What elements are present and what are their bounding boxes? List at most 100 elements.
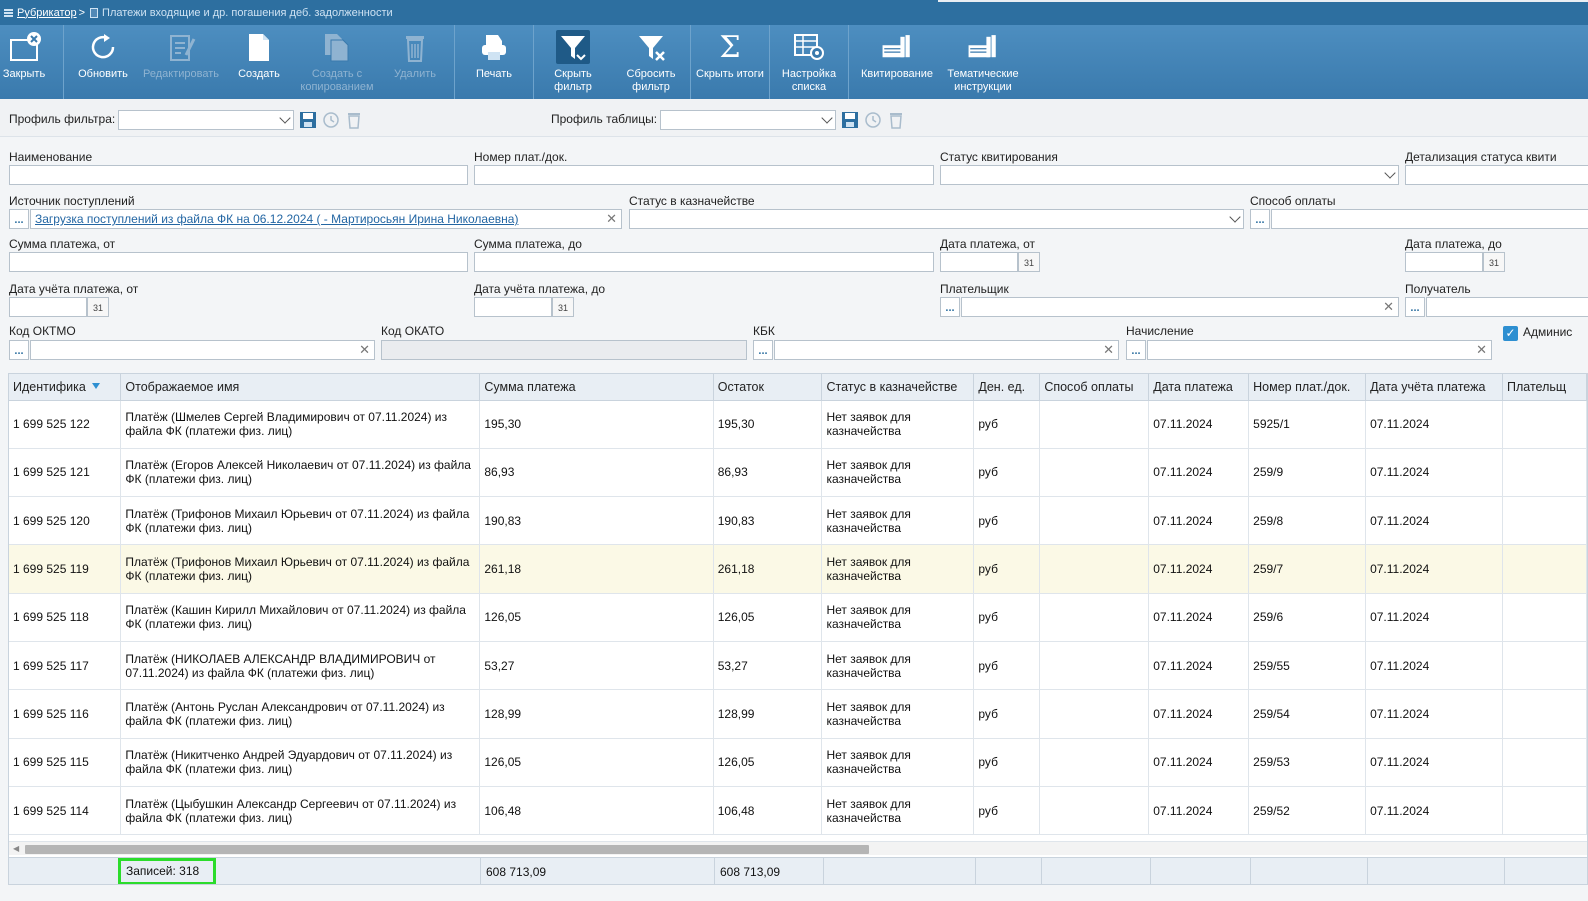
table-row[interactable]: 1 699 525 117 Платёж (НИКОЛАЕВ АЛЕКСАНДР …	[9, 641, 1587, 691]
sum-from-input[interactable]	[9, 252, 468, 272]
delete-profile-icon[interactable]	[345, 111, 363, 129]
toolbar-group-filter: Скрыть фильтр Сбросить фильтр	[534, 25, 691, 99]
list-settings-button[interactable]: Настройка списка	[770, 25, 848, 99]
source-filter-input[interactable]: Загрузка поступлений из файла ФК на 06.1…	[30, 209, 622, 229]
sum-from-label: Сумма платежа, от	[9, 237, 116, 251]
menu-icon[interactable]	[4, 8, 13, 17]
table-row[interactable]: 1 699 525 122 Платёж (Шмелев Сергей Влади…	[9, 400, 1587, 449]
cell-pay-method	[1039, 786, 1150, 836]
table-profile-select[interactable]	[660, 110, 836, 130]
recipient-lookup-button[interactable]: ...	[1405, 297, 1425, 317]
date-from-input[interactable]	[940, 252, 1018, 272]
payer-lookup-button[interactable]: ...	[940, 297, 960, 317]
save-profile-icon[interactable]	[299, 111, 317, 129]
create-copy-button[interactable]: Создать с копированием	[298, 25, 376, 99]
accrual-input[interactable]: ✕	[1147, 340, 1492, 360]
books-stack-icon	[966, 30, 1000, 64]
breadcrumb-root-link[interactable]: Рубрикатор	[17, 7, 77, 19]
thematic-instructions-button[interactable]: Тематические инструкции	[945, 25, 1021, 99]
cell-sum: 190,83	[479, 496, 714, 546]
cell-treasury-status: Нет заявок для казначейства	[821, 641, 975, 691]
horizontal-scrollbar[interactable]: ◀	[9, 841, 1587, 855]
calendar-icon[interactable]: 31	[1483, 252, 1505, 272]
oktmo-lookup-button[interactable]: ...	[9, 340, 29, 360]
recipient-input[interactable]	[1426, 297, 1588, 317]
clear-kbk-icon[interactable]: ✕	[1103, 342, 1114, 358]
calendar-icon[interactable]: 31	[1018, 252, 1040, 272]
admin-checkbox[interactable]: ✓	[1503, 326, 1518, 341]
cell-currency: руб	[973, 641, 1041, 691]
cell-id: 1 699 525 114	[9, 786, 122, 836]
refresh-button[interactable]: Обновить	[64, 25, 142, 99]
column-header-currency[interactable]: Ден. ед.	[973, 374, 1041, 401]
payer-input[interactable]: ✕	[961, 297, 1399, 317]
column-header-doc-number[interactable]: Номер плат./док.	[1248, 374, 1367, 401]
name-filter-input[interactable]	[9, 165, 468, 185]
cell-id: 1 699 525 120	[9, 496, 122, 546]
close-button[interactable]: Закрыть	[0, 25, 48, 99]
records-count: Записей: 318	[118, 858, 216, 884]
acc-date-to-input[interactable]	[474, 297, 552, 317]
cell-acc-date: 07.11.2024	[1365, 448, 1503, 498]
column-header-treasury-status[interactable]: Статус в казначействе	[821, 374, 975, 401]
table-row[interactable]: 1 699 525 119 Платёж (Трифонов Михаил Юрь…	[9, 544, 1587, 594]
kbk-input[interactable]: ✕	[774, 340, 1119, 360]
accrual-lookup-button[interactable]: ...	[1126, 340, 1146, 360]
calendar-icon[interactable]: 31	[552, 297, 574, 317]
recon-status-select[interactable]	[940, 165, 1399, 185]
cell-pay-method	[1039, 593, 1150, 642]
create-button[interactable]: Создать	[220, 25, 298, 99]
cell-acc-date: 07.11.2024	[1365, 593, 1503, 642]
column-header-pay-method[interactable]: Способ оплаты	[1039, 374, 1150, 401]
source-lookup-button[interactable]: ...	[9, 209, 29, 229]
reconcile-button[interactable]: Квитирование	[849, 25, 945, 99]
clear-payer-icon[interactable]: ✕	[1383, 299, 1394, 315]
column-header-rest[interactable]: Остаток	[713, 374, 823, 401]
column-header-id[interactable]: Идентифика	[9, 374, 122, 401]
column-header-name[interactable]: Отображаемое имя	[120, 374, 481, 401]
table-row[interactable]: 1 699 525 120 Платёж (Трифонов Михаил Юрь…	[9, 496, 1587, 546]
table-row[interactable]: 1 699 525 121 Платёж (Егоров Алексей Нико…	[9, 448, 1587, 498]
column-header-sum[interactable]: Сумма платежа	[479, 374, 714, 401]
doc-number-filter-input[interactable]	[474, 165, 934, 185]
acc-date-from-input[interactable]	[9, 297, 87, 317]
source-filter-value[interactable]: Загрузка поступлений из файла ФК на 06.1…	[35, 212, 518, 226]
column-header-payer[interactable]: Плательщ	[1502, 374, 1587, 401]
recon-detail-input[interactable]	[1405, 165, 1588, 185]
table-row[interactable]: 1 699 525 115 Платёж (Никитченко Андрей Э…	[9, 738, 1587, 787]
date-to-input[interactable]	[1405, 252, 1483, 272]
kbk-lookup-button[interactable]: ...	[753, 340, 773, 360]
pay-method-input[interactable]	[1271, 209, 1588, 229]
restore-profile-icon[interactable]	[322, 111, 340, 129]
oktmo-input[interactable]: ✕	[30, 340, 375, 360]
clear-oktmo-icon[interactable]: ✕	[359, 342, 370, 358]
clear-accrual-icon[interactable]: ✕	[1476, 342, 1487, 358]
hide-totals-button[interactable]: Σ Скрыть итоги	[691, 25, 769, 99]
cell-acc-date: 07.11.2024	[1365, 738, 1503, 787]
scroll-left-icon[interactable]: ◀	[13, 844, 19, 853]
hide-filter-button[interactable]: Скрыть фильтр	[534, 25, 612, 99]
save-table-profile-icon[interactable]	[841, 111, 859, 129]
filter-profile-select[interactable]	[118, 110, 294, 130]
table-row[interactable]: 1 699 525 118 Платёж (Кашин Кирилл Михайл…	[9, 593, 1587, 642]
table-row[interactable]: 1 699 525 116 Платёж (Антонь Руслан Алекс…	[9, 689, 1587, 739]
treasury-status-select[interactable]	[629, 209, 1244, 229]
cell-acc-date: 07.11.2024	[1365, 544, 1503, 594]
delete-table-profile-icon[interactable]	[887, 111, 905, 129]
clear-source-icon[interactable]: ✕	[606, 211, 617, 227]
calendar-icon[interactable]: 31	[87, 297, 109, 317]
table-row[interactable]: 1 699 525 114 Платёж (Цыбушкин Александр …	[9, 786, 1587, 836]
restore-table-profile-icon[interactable]	[864, 111, 882, 129]
table-settings-icon	[792, 30, 826, 64]
pay-method-lookup-button[interactable]: ...	[1250, 209, 1270, 229]
okato-label: Код ОКАТО	[381, 324, 445, 338]
column-header-acc-date[interactable]: Дата учёта платежа	[1365, 374, 1503, 401]
column-header-pay-date[interactable]: Дата платежа	[1148, 374, 1250, 401]
sum-to-input[interactable]	[474, 252, 934, 272]
scrollbar-thumb[interactable]	[25, 845, 869, 854]
print-button[interactable]: Печать	[455, 25, 533, 99]
reset-filter-button[interactable]: Сбросить фильтр	[612, 25, 690, 99]
delete-button[interactable]: Удалить	[376, 25, 454, 99]
edit-button[interactable]: Редактировать	[142, 25, 220, 99]
chevron-down-icon	[1384, 167, 1396, 179]
